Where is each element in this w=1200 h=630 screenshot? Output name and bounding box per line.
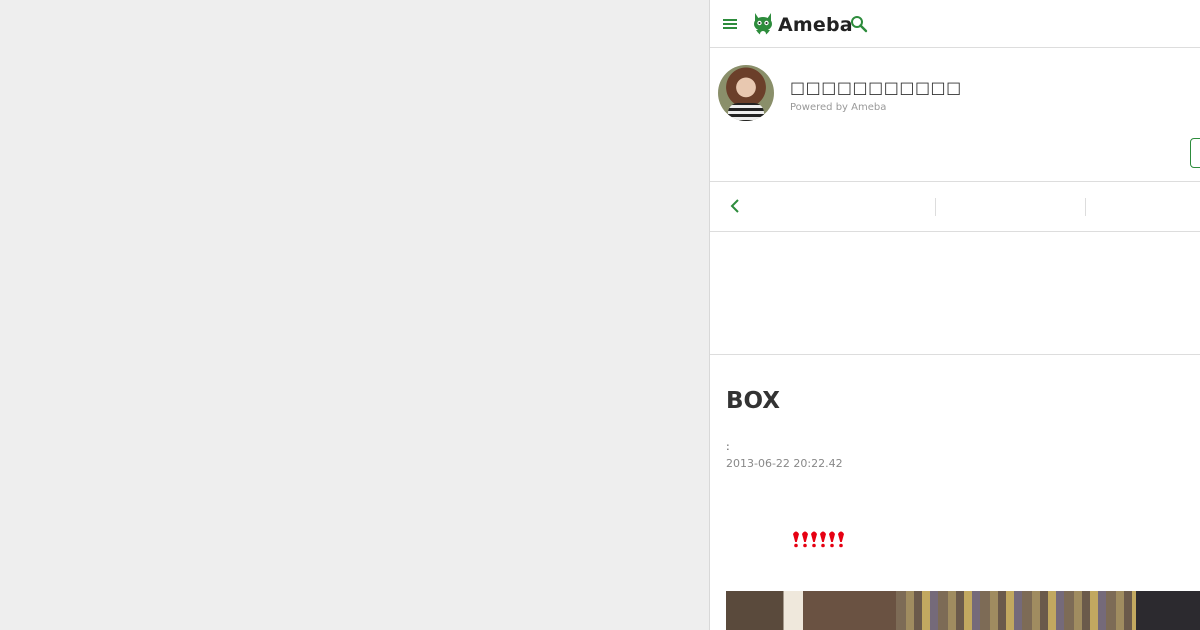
exclamation-emoji-icon [829,531,835,548]
blog-title[interactable]: □□□□□□□□□□□ [790,78,962,97]
exclamation-emoji-icon [802,531,808,548]
photo-detail [1136,591,1200,630]
avatar[interactable] [718,65,774,121]
powered-by-text: Powered by Ameba [790,102,887,113]
entry-date: 2013-06-22 20:22.42 [726,457,843,470]
site-header: Ameba [710,0,1200,48]
search-icon[interactable] [850,15,868,33]
exclamation-emoji-icon [820,531,826,548]
blog-nav [710,182,1200,232]
ad-area [710,232,1200,355]
blog-profile: □□□□□□□□□□□ Powered by Ameba [710,49,1200,182]
nav-divider [1085,198,1086,216]
blog-panel: Ameba □□□□□□□□□□□ Powered by Ameba BOX :… [709,0,1200,630]
entry-theme[interactable]: : [726,440,730,453]
chevron-left-icon[interactable] [728,198,742,214]
entry-title[interactable]: BOX [726,388,780,414]
exclamation-emoji-icon [793,531,799,548]
page-background-left [0,0,709,630]
logo-text: Ameba [778,14,853,36]
entry-photo[interactable] [726,591,1200,630]
exclamation-emoji-icon [838,531,844,548]
exclamation-emoji-icon [811,531,817,548]
ameba-mascot-icon [754,13,772,37]
follow-button[interactable] [1190,138,1200,168]
hamburger-menu-icon[interactable] [722,16,738,32]
emoji-row [792,530,845,548]
nav-divider [935,198,936,216]
ameba-logo[interactable]: Ameba [752,10,853,40]
photo-detail [896,591,1136,630]
avatar-clothing [728,103,764,121]
